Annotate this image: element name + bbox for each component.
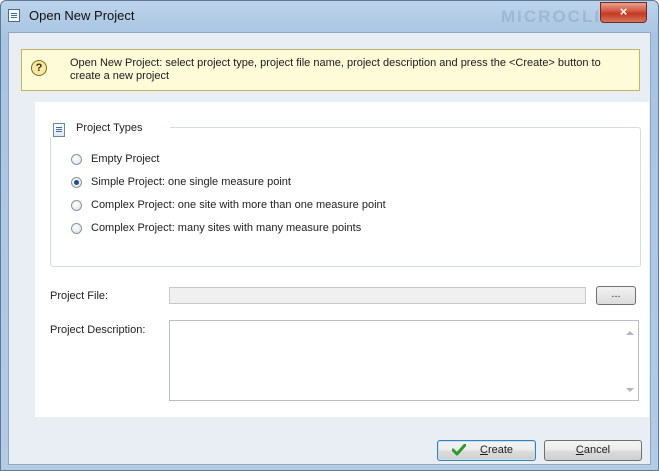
radio-button[interactable] xyxy=(71,154,82,165)
info-text: Open New Project: select project type, p… xyxy=(70,57,601,82)
project-types-icon xyxy=(53,123,65,137)
info-banner: ? Open New Project: select project type,… xyxy=(21,49,640,91)
project-types-title: Project Types xyxy=(76,122,143,134)
radio-label: Complex Project: one site with more than… xyxy=(91,199,386,211)
window-app-icon xyxy=(8,9,20,22)
cancel-button[interactable]: Cancel xyxy=(544,440,642,461)
radio-label: Complex Project: many sites with many me… xyxy=(91,222,362,234)
main-panel: Project Types Empty Project Simple Proje… xyxy=(35,102,649,417)
close-button[interactable]: × xyxy=(600,2,647,23)
question-help-icon: ? xyxy=(31,60,47,76)
radio-label: Empty Project xyxy=(91,153,160,165)
project-types-group xyxy=(50,127,641,267)
radio-button[interactable] xyxy=(71,200,82,211)
scroll-down-arrow-icon[interactable] xyxy=(626,388,634,392)
browse-button[interactable]: ... xyxy=(596,286,636,305)
scroll-up-arrow-icon[interactable] xyxy=(626,331,634,335)
window-title: Open New Project xyxy=(29,8,135,23)
project-file-input[interactable] xyxy=(169,287,586,304)
project-description-textarea[interactable] xyxy=(169,320,639,401)
dialog-window: Open New Project MICROCLIMA × ? Open New… xyxy=(0,0,659,471)
radio-button[interactable] xyxy=(71,223,82,234)
cancel-button-label: Cancel xyxy=(575,444,611,456)
create-button[interactable]: Create xyxy=(437,440,536,461)
radio-label: Simple Project: one single measure point xyxy=(91,176,291,188)
radio-button-selected[interactable] xyxy=(71,177,82,188)
close-icon: × xyxy=(619,4,628,19)
project-description-label: Project Description: xyxy=(50,324,146,336)
create-button-label: Create xyxy=(479,444,514,456)
title-bar[interactable]: Open New Project MICROCLIMA × xyxy=(1,1,658,31)
project-file-label: Project File: xyxy=(50,290,109,302)
